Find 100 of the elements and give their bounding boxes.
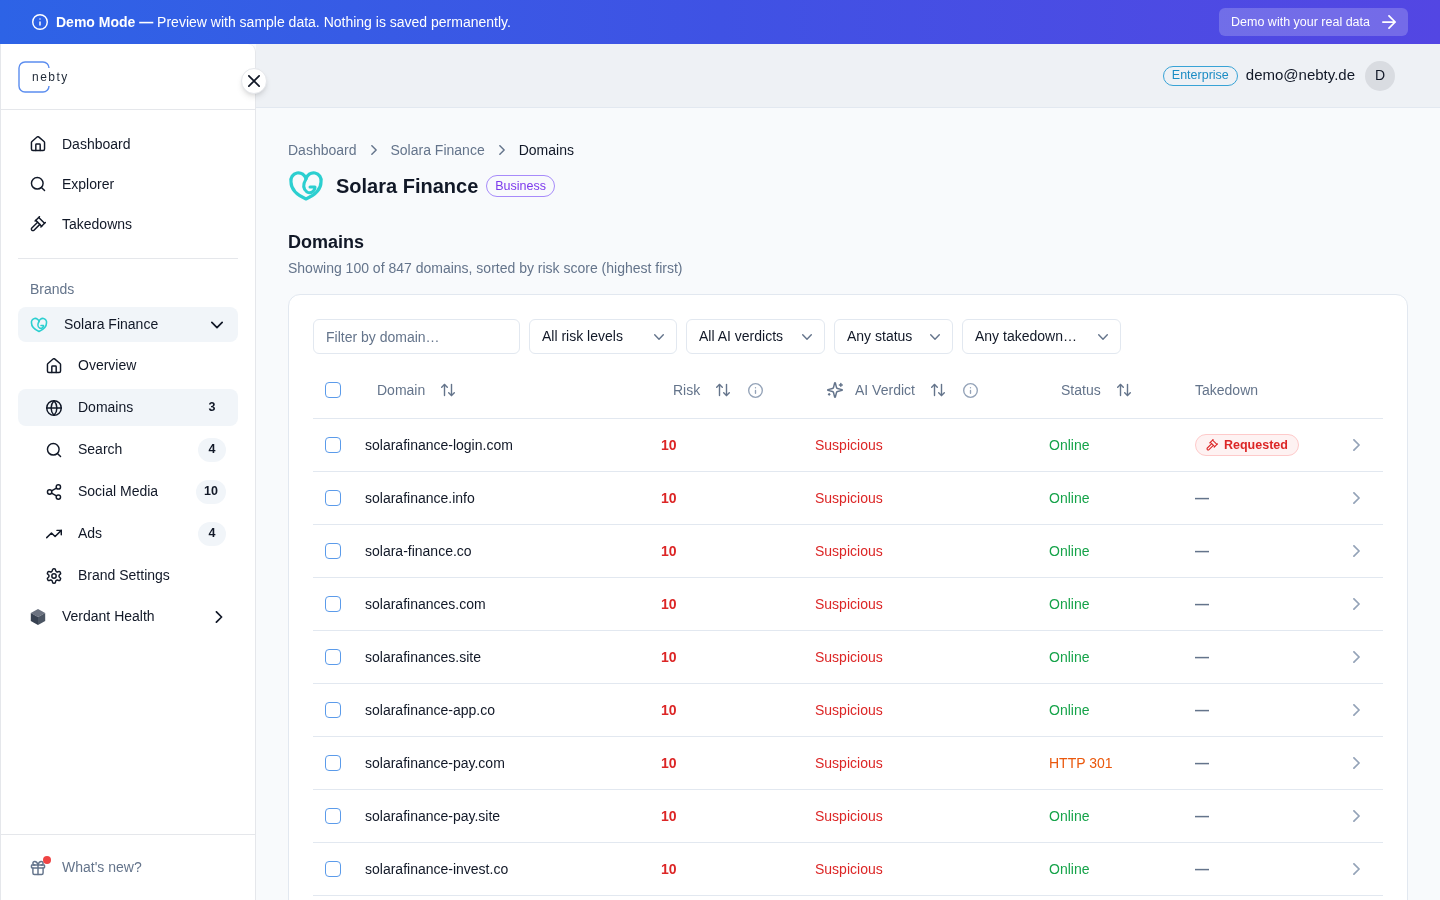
takedown-empty: —: [1195, 859, 1209, 879]
chevron-right-icon: [1353, 757, 1360, 769]
user-email: demo@nebty.de: [1245, 65, 1355, 86]
chevron-right-icon: [1353, 704, 1360, 716]
close-icon: [248, 75, 260, 87]
status-label: Online: [1049, 436, 1090, 453]
status-label: Online: [1049, 807, 1090, 824]
nav-item[interactable]: Brand Settings: [18, 557, 238, 594]
count-badge: 4: [198, 437, 226, 462]
banner-message: Demo Mode — Preview with sample data. Nothing is saved permanently.: [56, 12, 511, 32]
nav-item[interactable]: Explorer: [18, 164, 238, 204]
verdict-label: Suspicious: [815, 595, 883, 612]
checkbox[interactable]: [325, 596, 341, 612]
checkbox[interactable]: [325, 755, 341, 771]
chevron-right-icon: [1353, 439, 1360, 451]
filter-select[interactable]: All risk levels: [529, 319, 677, 354]
risk-score: 10: [661, 542, 677, 559]
cube-icon: [30, 608, 46, 625]
checkbox[interactable]: [325, 437, 341, 453]
domain-name: solarafinance-login.com: [365, 436, 513, 453]
chevron-right-icon: [1353, 545, 1360, 557]
column-header[interactable]: Risk: [661, 375, 743, 405]
home-icon: [46, 357, 62, 374]
domain-name: solarafinances.com: [365, 595, 486, 612]
domain-name: solara-finance.co: [365, 542, 472, 559]
risk-score: 10: [661, 754, 677, 771]
status-label: HTTP 301: [1049, 754, 1113, 771]
checkbox[interactable]: [325, 490, 341, 506]
breadcrumb-current: Domains: [518, 140, 574, 160]
verdict-label: Suspicious: [815, 860, 883, 877]
risk-score: 10: [661, 701, 677, 718]
chevron-right-icon: [370, 145, 377, 155]
checkbox[interactable]: [325, 649, 341, 665]
nav-item[interactable]: Dashboard: [18, 124, 238, 164]
risk-score: 10: [661, 648, 677, 665]
nav-item[interactable]: Domains 3: [18, 389, 238, 426]
nav-item[interactable]: Search 4: [18, 431, 238, 468]
whats-new-button[interactable]: What's new?: [18, 847, 154, 888]
verdict-label: Suspicious: [815, 754, 883, 771]
domain-name: solarafinances.site: [365, 648, 481, 665]
count-badge: 10: [196, 479, 226, 504]
risk-score: 10: [661, 807, 677, 824]
breadcrumb-link[interactable]: Dashboard: [288, 139, 357, 161]
status-label: Online: [1049, 542, 1090, 559]
filter-select[interactable]: Any status: [834, 319, 953, 354]
checkbox[interactable]: [325, 861, 341, 877]
status-label: Online: [1049, 701, 1090, 718]
chevron-right-icon: [1353, 492, 1360, 504]
checkbox[interactable]: [325, 543, 341, 559]
gavel-icon: [30, 216, 46, 232]
nav-item[interactable]: Takedowns: [18, 204, 238, 244]
chevron-right-icon: [1353, 598, 1360, 610]
chevron-right-icon: [1353, 810, 1360, 822]
gift-icon: [30, 859, 46, 876]
brand-item[interactable]: Verdant Health: [18, 599, 238, 634]
nav-item[interactable]: Ads 4: [18, 515, 238, 552]
domain-name: solarafinance.info: [365, 489, 475, 506]
domain-name: solarafinance-app.co: [365, 701, 495, 718]
chevron-down-icon: [930, 333, 940, 340]
filter-select[interactable]: All AI verdicts: [686, 319, 825, 354]
verdict-label: Suspicious: [815, 542, 883, 559]
brand-logo-icon: [30, 316, 48, 333]
brand-title: Solara Finance: [336, 174, 479, 199]
gear-icon: [46, 567, 62, 584]
filter-select[interactable]: Any takedown…: [962, 319, 1121, 354]
search-icon: [30, 176, 46, 192]
verdict-label: Suspicious: [815, 489, 883, 506]
checkbox[interactable]: [325, 808, 341, 824]
risk-score: 10: [661, 489, 677, 506]
breadcrumb-link[interactable]: Solara Finance: [390, 139, 485, 161]
section-subtitle: Showing 100 of 847 domains, sorted by risk score (highest first): [288, 259, 684, 278]
column-header[interactable]: AI Verdict: [815, 375, 957, 405]
column-header[interactable]: Domain: [365, 375, 468, 405]
demo-real-data-button[interactable]: Demo with your real data: [1219, 8, 1408, 36]
status-label: Online: [1049, 489, 1090, 506]
risk-score: 10: [661, 436, 677, 453]
takedown-empty: —: [1195, 594, 1209, 614]
column-header: Takedown: [1195, 380, 1259, 400]
gavel-icon: [1206, 439, 1218, 451]
chevron-right-icon: [1353, 651, 1360, 663]
user-avatar[interactable]: D: [1365, 60, 1395, 91]
filter-input[interactable]: Filter by domain…: [313, 319, 520, 354]
verdict-label: Suspicious: [815, 807, 883, 824]
checkbox[interactable]: [325, 382, 341, 398]
nav-item[interactable]: Overview: [18, 347, 238, 384]
brand-item[interactable]: Solara Finance: [18, 307, 238, 342]
home-icon: [30, 136, 46, 152]
domain-name: solarafinance-pay.site: [365, 807, 501, 824]
status-label: Online: [1049, 648, 1090, 665]
verdict-label: Suspicious: [815, 436, 883, 453]
takedown-empty: —: [1195, 700, 1209, 720]
info-icon: [32, 14, 48, 30]
nav-item[interactable]: Social Media 10: [18, 473, 238, 510]
checkbox[interactable]: [325, 702, 341, 718]
count-badge: 4: [198, 521, 226, 546]
share-icon: [46, 483, 62, 500]
takedown-empty: —: [1195, 753, 1209, 773]
risk-score: 10: [661, 860, 677, 877]
search-icon: [46, 441, 62, 458]
column-header[interactable]: Status: [1049, 375, 1143, 405]
